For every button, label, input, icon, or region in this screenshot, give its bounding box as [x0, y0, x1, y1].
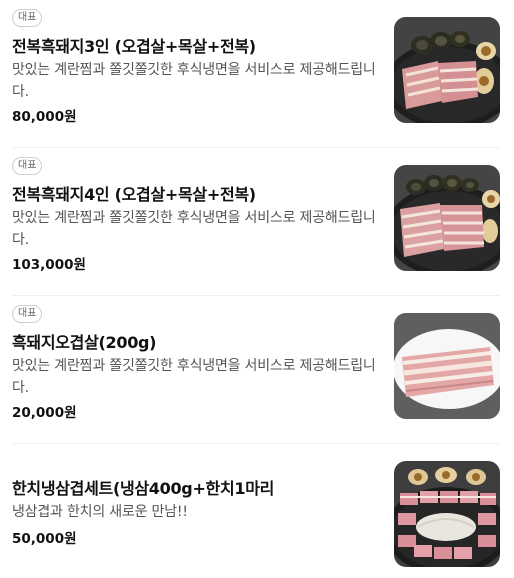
menu-item-price: 50,000원 — [12, 531, 77, 547]
menu-item-price: 103,000원 — [12, 257, 86, 273]
menu-item-description: 냉삼겹과 한치의 새로운 만남!! — [12, 504, 188, 520]
signature-badge: 대표 — [12, 9, 43, 27]
menu-item-title: 전복흑돼지3인 (오겹살+목살+전복) — [12, 37, 256, 56]
frozen-pork-squid-platter-photo[interactable] — [394, 461, 500, 567]
menu-list: 대표 전복흑돼지3인 (오겹살+목살+전복) 맛있는 계란찜과 쫄깃쫄깃한 후식… — [0, 0, 514, 578]
menu-item-title: 전복흑돼지4인 (오겹살+목살+전복) — [12, 185, 256, 204]
menu-item-price: 80,000원 — [12, 109, 77, 125]
signature-badge: 대표 — [12, 157, 43, 175]
menu-item-pork-abalone-4[interactable]: 대표 전복흑돼지4인 (오겹살+목살+전복) 맛있는 계란찜과 쫄깃쫄깃한 후식… — [0, 148, 514, 296]
pork-abalone-platter-photo[interactable] — [394, 165, 500, 271]
menu-item-price: 20,000원 — [12, 405, 77, 421]
menu-item-description: 맛있는 계란찜과 쫄깃쫄깃한 후식냉면을 서비스로 제공해드립니다. — [12, 62, 376, 100]
signature-badge: 대표 — [12, 305, 43, 323]
menu-item-squid-set[interactable]: 한치냉삼겹세트(냉삼400g+한치1마리 냉삼겹과 한치의 새로운 만남!! 5… — [0, 444, 514, 578]
pork-abalone-platter-photo[interactable] — [394, 17, 500, 123]
menu-item-title: 흑돼지오겹살(200g) — [12, 333, 157, 352]
menu-item-description: 맛있는 계란찜과 쫄깃쫄깃한 후식냉면을 서비스로 제공해드립니다. — [12, 358, 376, 396]
menu-item-pork-belly[interactable]: 대표 흑돼지오겹살(200g) 맛있는 계란찜과 쫄깃쫄깃한 후식냉면을 서비스… — [0, 296, 514, 444]
menu-item-pork-abalone-3[interactable]: 대표 전복흑돼지3인 (오겹살+목살+전복) 맛있는 계란찜과 쫄깃쫄깃한 후식… — [0, 0, 514, 148]
menu-item-description: 맛있는 계란찜과 쫄깃쫄깃한 후식냉면을 서비스로 제공해드립니다. — [12, 210, 376, 248]
pork-belly-photo[interactable] — [394, 313, 500, 419]
menu-item-title: 한치냉삼겹세트(냉삼400g+한치1마리 — [12, 479, 275, 498]
